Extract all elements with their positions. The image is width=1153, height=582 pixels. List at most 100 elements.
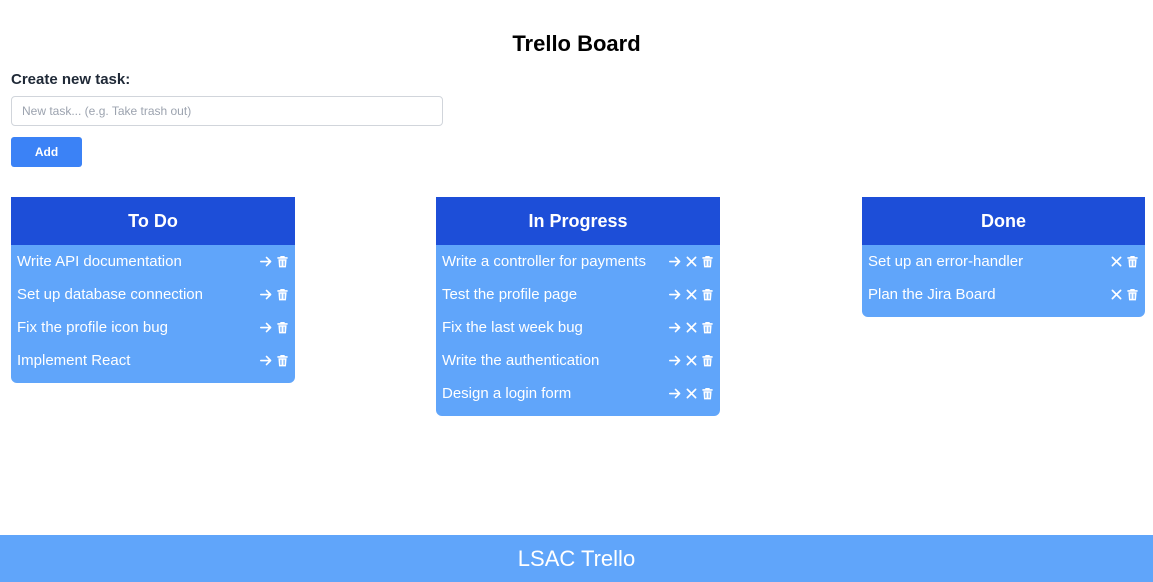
create-task-label: Create new task: <box>11 71 131 88</box>
task-item: Plan the Jira Board <box>862 278 1145 311</box>
arrow-right-icon <box>668 321 682 334</box>
delete-task-button[interactable] <box>275 353 289 369</box>
task-item: Write a controller for payments <box>436 245 720 278</box>
remove-task-button[interactable] <box>684 320 698 336</box>
arrow-right-icon <box>259 321 273 334</box>
column-title: In Progress <box>436 197 720 245</box>
task-actions <box>259 254 289 270</box>
trash-icon <box>276 321 288 334</box>
trash-icon <box>701 288 713 301</box>
column-done: Done Set up an error-handler Plan the Jir… <box>862 197 1145 317</box>
task-label: Design a login form <box>442 385 572 402</box>
delete-task-button[interactable] <box>700 320 714 336</box>
remove-task-button[interactable] <box>684 254 698 270</box>
trash-icon <box>276 354 288 367</box>
trash-icon <box>701 321 713 334</box>
delete-task-button[interactable] <box>1125 254 1139 270</box>
task-actions <box>259 320 289 336</box>
close-icon <box>1111 256 1122 267</box>
trash-icon <box>1126 255 1138 268</box>
task-item: Fix the profile icon bug <box>11 311 295 344</box>
move-task-button[interactable] <box>259 320 273 336</box>
task-label: Write the authentication <box>442 352 600 369</box>
delete-task-button[interactable] <box>275 320 289 336</box>
trash-icon <box>276 288 288 301</box>
move-task-button[interactable] <box>668 320 682 336</box>
task-label: Write API documentation <box>17 253 182 270</box>
remove-task-button[interactable] <box>684 353 698 369</box>
page: Trello Board Create new task: Add To Do … <box>0 0 1153 582</box>
close-icon <box>686 355 697 366</box>
delete-task-button[interactable] <box>700 386 714 402</box>
arrow-right-icon <box>259 288 273 301</box>
trash-icon <box>1126 288 1138 301</box>
task-item: Implement React <box>11 344 295 377</box>
task-item: Set up an error-handler <box>862 245 1145 278</box>
remove-task-button[interactable] <box>684 287 698 303</box>
remove-task-button[interactable] <box>684 386 698 402</box>
arrow-right-icon <box>259 255 273 268</box>
move-task-button[interactable] <box>668 287 682 303</box>
remove-task-button[interactable] <box>1109 254 1123 270</box>
task-actions <box>668 254 714 270</box>
arrow-right-icon <box>668 354 682 367</box>
arrow-right-icon <box>259 354 273 367</box>
trash-icon <box>276 255 288 268</box>
column-title: To Do <box>11 197 295 245</box>
column-title: Done <box>862 197 1145 245</box>
trash-icon <box>701 354 713 367</box>
task-actions <box>668 353 714 369</box>
task-item: Write the authentication <box>436 344 720 377</box>
task-label: Plan the Jira Board <box>868 286 996 303</box>
trash-icon <box>701 387 713 400</box>
close-icon <box>686 289 697 300</box>
close-icon <box>686 388 697 399</box>
task-item: Design a login form <box>436 377 720 410</box>
arrow-right-icon <box>668 288 682 301</box>
arrow-right-icon <box>668 387 682 400</box>
task-label: Test the profile page <box>442 286 578 303</box>
delete-task-button[interactable] <box>275 254 289 270</box>
task-label: Fix the last week bug <box>442 319 583 336</box>
task-label: Implement React <box>17 352 131 369</box>
move-task-button[interactable] <box>668 353 682 369</box>
move-task-button[interactable] <box>259 287 273 303</box>
task-list: Set up an error-handler Plan the Jira Boa… <box>862 245 1145 317</box>
close-icon <box>1111 289 1122 300</box>
task-label: Write a controller for payments <box>442 253 646 270</box>
task-item: Fix the last week bug <box>436 311 720 344</box>
task-label: Set up database connection <box>17 286 203 303</box>
task-item: Write API documentation <box>11 245 295 278</box>
task-actions <box>668 320 714 336</box>
delete-task-button[interactable] <box>1125 287 1139 303</box>
delete-task-button[interactable] <box>700 353 714 369</box>
task-actions <box>668 386 714 402</box>
move-task-button[interactable] <box>668 254 682 270</box>
add-task-button[interactable]: Add <box>11 137 82 167</box>
arrow-right-icon <box>668 255 682 268</box>
task-actions <box>259 287 289 303</box>
move-task-button[interactable] <box>259 353 273 369</box>
remove-task-button[interactable] <box>1109 287 1123 303</box>
footer: LSAC Trello <box>0 535 1153 582</box>
column-todo: To Do Write API documentation Set up data… <box>11 197 295 383</box>
delete-task-button[interactable] <box>700 254 714 270</box>
task-label: Fix the profile icon bug <box>17 319 168 336</box>
task-list: Write API documentation Set up database c… <box>11 245 295 383</box>
task-actions <box>1109 287 1139 303</box>
task-label: Set up an error-handler <box>868 253 1024 270</box>
delete-task-button[interactable] <box>700 287 714 303</box>
delete-task-button[interactable] <box>275 287 289 303</box>
move-task-button[interactable] <box>259 254 273 270</box>
task-item: Set up database connection <box>11 278 295 311</box>
move-task-button[interactable] <box>668 386 682 402</box>
column-in-progress: In Progress Write a controller for payme… <box>436 197 720 416</box>
task-actions <box>1109 254 1139 270</box>
page-title: Trello Board <box>512 31 641 56</box>
trash-icon <box>701 255 713 268</box>
task-list: Write a controller for payments Test the … <box>436 245 720 416</box>
task-actions <box>668 287 714 303</box>
new-task-input[interactable] <box>11 96 443 126</box>
task-item: Test the profile page <box>436 278 720 311</box>
close-icon <box>686 256 697 267</box>
